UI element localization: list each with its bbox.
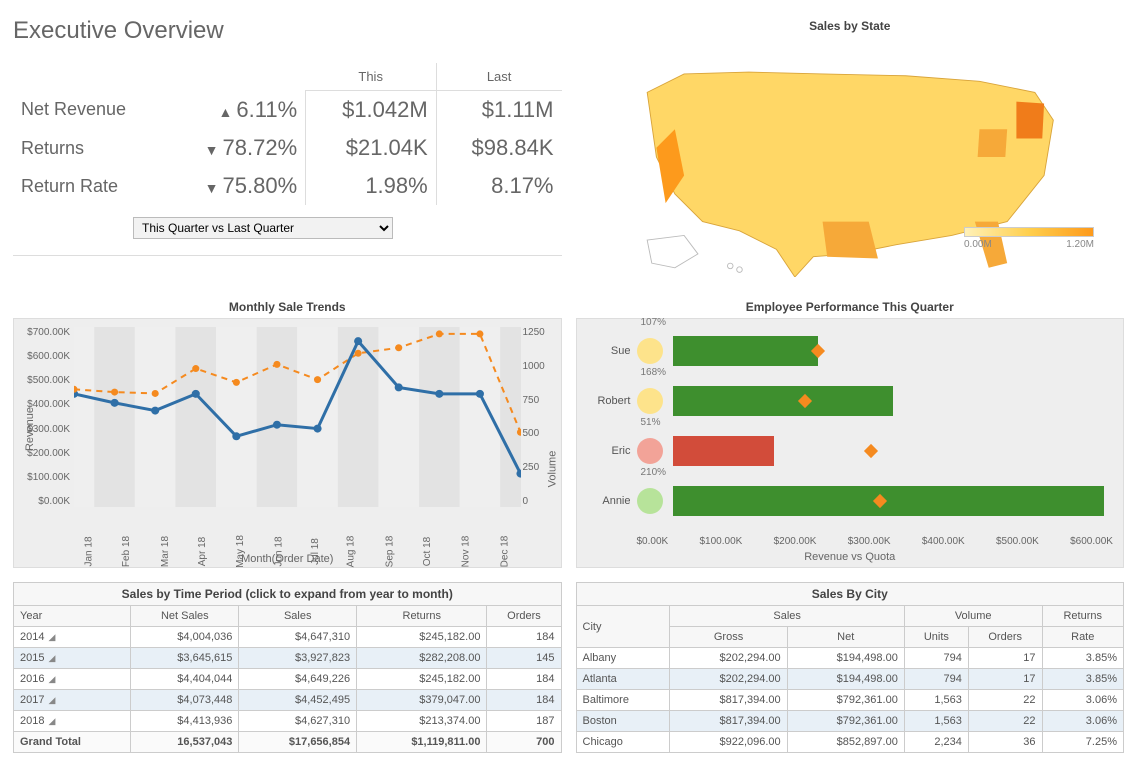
expand-icon[interactable]: ◢ xyxy=(48,674,55,684)
table-row[interactable]: 2015◢$3,645,615$3,927,823$282,208.00145 xyxy=(14,648,562,669)
trend-title: Monthly Sale Trends xyxy=(13,300,562,314)
table-header[interactable]: City xyxy=(576,606,670,648)
emp-title: Employee Performance This Quarter xyxy=(576,300,1125,314)
emp-name: Robert xyxy=(581,395,631,407)
map-panel: Sales by State 0.00M 1.20M xyxy=(575,12,1126,281)
trend-chart[interactable]: $700.00K$600.00K$500.00K$400.00K$300.00K… xyxy=(13,318,562,568)
table-header[interactable]: Returns xyxy=(1042,606,1123,627)
table-row[interactable]: Atlanta$202,294.00$194,498.00794173.85% xyxy=(576,669,1124,690)
period-table-title: Sales by Time Period (click to expand fr… xyxy=(13,582,562,605)
kpi-this: 1.98% xyxy=(306,167,437,205)
expand-icon[interactable]: ◢ xyxy=(48,632,55,642)
table-row[interactable]: Boston$817,394.00$792,361.001,563223.06% xyxy=(576,711,1124,732)
emp-xlabel: Revenue vs Quota xyxy=(577,551,1124,563)
table-row[interactable]: 2018◢$4,413,936$4,627,310$213,374.00187 xyxy=(14,711,562,732)
emp-name: Eric xyxy=(581,445,631,457)
kpi-col-this: This xyxy=(306,63,437,91)
emp-pct: 168% xyxy=(641,367,667,378)
trend-ylabel-right: Volume xyxy=(546,451,558,488)
emp-bar xyxy=(673,486,1105,516)
state-tx[interactable] xyxy=(822,222,877,259)
table-subheader[interactable]: Gross xyxy=(670,627,787,648)
kpi-delta: 78.72% xyxy=(167,129,306,167)
table-header[interactable]: Year xyxy=(14,606,131,627)
city-table-panel: Sales By City CitySalesVolumeReturns Gro… xyxy=(575,581,1126,754)
kpi-label: Returns xyxy=(13,129,167,167)
table-row[interactable]: 2017◢$4,073,448$4,452,495$379,047.00184 xyxy=(14,690,562,711)
table-subheader[interactable]: Units xyxy=(904,627,968,648)
status-dot-icon xyxy=(637,388,663,414)
table-subheader[interactable]: Orders xyxy=(968,627,1042,648)
table-header[interactable]: Orders xyxy=(487,606,561,627)
emp-chart[interactable]: Sue107%Robert168%Eric51%Annie210% $0.00K… xyxy=(576,318,1125,568)
status-dot-icon xyxy=(637,338,663,364)
expand-icon[interactable]: ◢ xyxy=(48,653,55,663)
table-header[interactable]: Returns xyxy=(357,606,487,627)
emp-pct: 107% xyxy=(641,317,667,328)
city-table-title: Sales By City xyxy=(576,582,1125,605)
table-row[interactable]: Chicago$922,096.00$852,897.002,234367.25… xyxy=(576,732,1124,753)
emp-pct: 210% xyxy=(641,467,667,478)
emp-name: Annie xyxy=(581,495,631,507)
table-row[interactable]: 2014◢$4,004,036$4,647,310$245,182.00184 xyxy=(14,627,562,648)
status-dot-icon xyxy=(637,488,663,514)
emp-bar xyxy=(673,336,818,366)
emp-row[interactable]: Eric51% xyxy=(637,429,1114,473)
period-table[interactable]: YearNet SalesSalesReturnsOrders 2014◢$4,… xyxy=(13,605,562,753)
legend-max: 1.20M xyxy=(1066,239,1094,250)
kpi-last: 8.17% xyxy=(436,167,561,205)
expand-icon[interactable]: ◢ xyxy=(48,716,55,726)
table-row[interactable]: Albany$202,294.00$194,498.00794173.85% xyxy=(576,648,1124,669)
emp-row[interactable]: Annie210% xyxy=(637,479,1114,523)
city-table[interactable]: CitySalesVolumeReturns GrossNetUnitsOrde… xyxy=(576,605,1125,753)
trend-panel: Monthly Sale Trends $700.00K$600.00K$500… xyxy=(12,293,563,569)
kpi-this: $21.04K xyxy=(306,129,437,167)
legend-min: 0.00M xyxy=(964,239,992,250)
kpi-this: $1.042M xyxy=(306,91,437,130)
state-pa[interactable] xyxy=(1016,102,1044,139)
quota-marker-icon xyxy=(864,444,878,458)
table-row[interactable]: 2016◢$4,404,044$4,649,226$245,182.00184 xyxy=(14,669,562,690)
emp-bar xyxy=(673,436,774,466)
us-map[interactable]: 0.00M 1.20M xyxy=(576,37,1125,280)
status-dot-icon xyxy=(637,438,663,464)
table-total-row: Grand Total16,537,043$17,656,854$1,119,8… xyxy=(14,732,562,753)
emp-row[interactable]: Sue107% xyxy=(637,329,1114,373)
period-select[interactable]: This Quarter vs Last Quarter xyxy=(133,217,393,239)
kpi-col-last: Last xyxy=(436,63,561,91)
kpi-label: Return Rate xyxy=(13,167,167,205)
table-header[interactable]: Net Sales xyxy=(131,606,239,627)
state-oh[interactable] xyxy=(977,129,1007,157)
expand-icon[interactable]: ◢ xyxy=(48,695,55,705)
trend-xlabel: Month(Order Date) xyxy=(14,553,561,565)
table-header[interactable]: Volume xyxy=(904,606,1042,627)
table-header[interactable]: Sales xyxy=(239,606,357,627)
period-table-panel: Sales by Time Period (click to expand fr… xyxy=(12,581,563,754)
emp-panel: Employee Performance This Quarter Sue107… xyxy=(575,293,1126,569)
map-title: Sales by State xyxy=(576,19,1125,33)
emp-row[interactable]: Robert168% xyxy=(637,379,1114,423)
emp-bar xyxy=(673,386,893,416)
kpi-panel: Executive Overview This Last Net Revenue… xyxy=(12,12,563,281)
kpi-table: This Last Net Revenue6.11%$1.042M$1.11M R… xyxy=(13,63,562,205)
kpi-last: $1.11M xyxy=(436,91,561,130)
kpi-label: Net Revenue xyxy=(13,91,167,130)
kpi-delta: 75.80% xyxy=(167,167,306,205)
emp-pct: 51% xyxy=(641,417,661,428)
emp-name: Sue xyxy=(581,345,631,357)
page-title: Executive Overview xyxy=(13,17,562,45)
table-subheader[interactable]: Net xyxy=(787,627,904,648)
table-subheader[interactable]: Rate xyxy=(1042,627,1123,648)
map-legend: 0.00M 1.20M xyxy=(964,227,1094,250)
table-row[interactable]: Baltimore$817,394.00$792,361.001,563223.… xyxy=(576,690,1124,711)
kpi-last: $98.84K xyxy=(436,129,561,167)
table-header[interactable]: Sales xyxy=(670,606,904,627)
trend-ylabel-left: Revenue xyxy=(24,407,36,451)
kpi-delta: 6.11% xyxy=(167,91,306,130)
